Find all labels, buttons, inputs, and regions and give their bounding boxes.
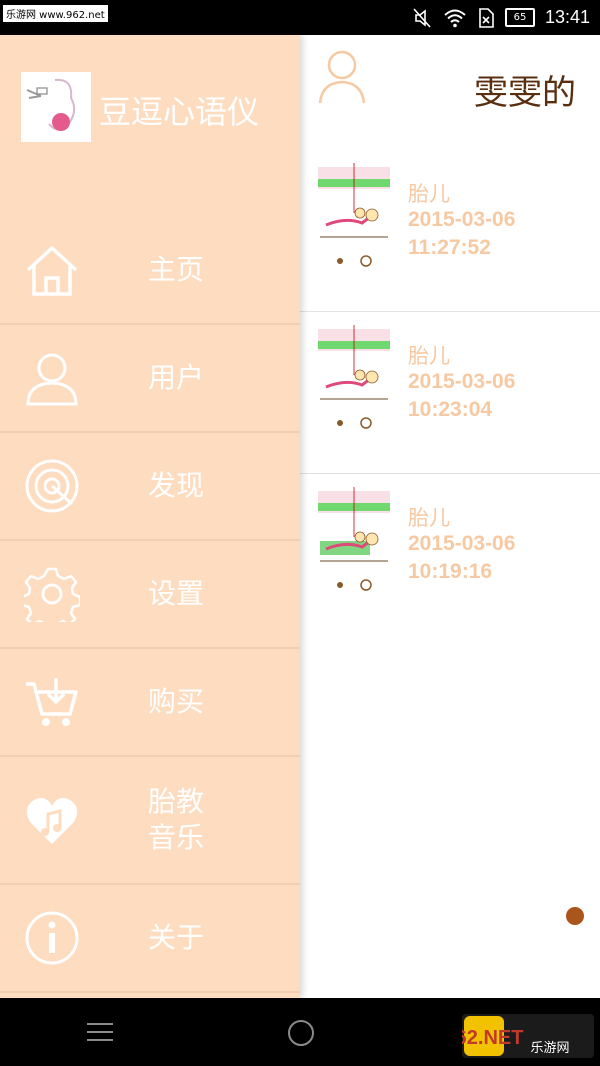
record-item[interactable]: 胎儿 2015-03-06 10:19:16 xyxy=(300,474,600,635)
record-item[interactable]: 胎儿 2015-03-06 11:27:52 xyxy=(300,150,600,312)
menu-item-about[interactable]: 关于 xyxy=(0,885,300,993)
app-name: 豆逗心语仪 xyxy=(99,93,260,131)
drawer-menu: 主页 用户 发现 设置 购买 胎教 音乐 关于 xyxy=(0,217,300,998)
floating-dot-button[interactable] xyxy=(566,907,584,925)
watermark-badge: 乐游网 www.962.net xyxy=(3,5,108,22)
record-list: 胎儿 2015-03-06 11:27:52 胎儿 2015-03-06 10:… xyxy=(300,150,600,635)
battery-indicator: 65 xyxy=(504,8,535,27)
menu-label: 购买 xyxy=(148,685,205,718)
status-bar: 乐游网 www.962.net 65 13:41 xyxy=(0,0,600,35)
record-date: 2015-03-06 xyxy=(408,532,516,555)
cart-icon xyxy=(26,678,78,726)
record-name: 胎儿 xyxy=(408,506,450,530)
record-time: 10:23:04 xyxy=(408,398,493,421)
menu-item-prenatal-music[interactable]: 胎教 音乐 xyxy=(0,757,300,885)
record-time: 10:19:16 xyxy=(408,560,493,583)
main-content: 雯雯的 胎儿 2015-03-06 11:27:52 胎儿 2015-03-06… xyxy=(0,35,600,998)
user-icon[interactable] xyxy=(318,49,366,105)
menu-item-user[interactable]: 用户 xyxy=(0,325,300,433)
record-name: 胎儿 xyxy=(408,344,450,368)
menu-label: 设置 xyxy=(148,577,205,610)
record-time: 11:27:52 xyxy=(408,236,491,259)
record-date: 2015-03-06 xyxy=(408,208,516,231)
record-thumbnail xyxy=(316,483,392,593)
system-nav-bar: 962.NET 乐游网 xyxy=(0,998,600,1066)
info-icon xyxy=(25,911,79,965)
target-icon xyxy=(25,459,79,513)
menu-label: 关于 xyxy=(148,921,205,954)
clock: 13:41 xyxy=(544,7,590,27)
menu-item-settings[interactable]: 设置 xyxy=(0,541,300,649)
record-date: 2015-03-06 xyxy=(408,370,516,393)
menu-item-discover[interactable]: 发现 xyxy=(0,433,300,541)
app-logo xyxy=(21,72,91,142)
menu-label: 主页 xyxy=(148,253,205,286)
home-button[interactable] xyxy=(288,1020,314,1046)
record-item[interactable]: 胎儿 2015-03-06 10:23:04 xyxy=(300,312,600,474)
svg-text:乐游网: 乐游网 xyxy=(530,1041,569,1056)
menu-label: 用户 xyxy=(148,361,205,394)
record-thumbnail xyxy=(316,159,392,269)
gear-icon xyxy=(24,567,80,622)
mute-icon xyxy=(413,7,431,28)
page-title: 雯雯的 xyxy=(474,73,576,113)
user-icon xyxy=(26,353,78,406)
menu-label: 发现 xyxy=(148,469,205,502)
navigation-drawer: 豆逗心语仪 主页 用户 发现 设置 购买 胎教 音乐 关于 xyxy=(0,35,300,998)
record-name: 胎儿 xyxy=(408,182,450,206)
no-sim-icon xyxy=(479,7,494,28)
home-icon xyxy=(26,246,78,296)
record-thumbnail xyxy=(316,321,392,431)
wifi-icon xyxy=(444,9,466,27)
watermark-logo: 962.NET 乐游网 xyxy=(462,1014,594,1058)
menu-label: 胎教 音乐 xyxy=(148,785,205,854)
drawer-header: 豆逗心语仪 xyxy=(0,35,300,217)
svg-text:962.NET: 962.NET xyxy=(462,1027,523,1049)
menu-icon[interactable] xyxy=(87,1022,113,1042)
heart-music-icon xyxy=(26,798,78,844)
menu-item-buy[interactable]: 购买 xyxy=(0,649,300,757)
menu-item-home[interactable]: 主页 xyxy=(0,217,300,325)
